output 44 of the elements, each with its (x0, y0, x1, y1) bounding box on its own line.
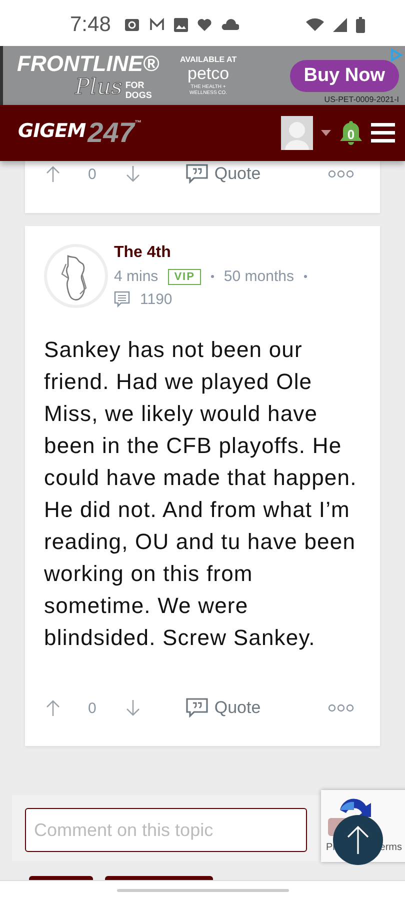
buy-now-button[interactable]: Buy Now (290, 60, 399, 92)
quote-button[interactable]: Quote (186, 698, 261, 718)
vote-count: 0 (88, 166, 96, 182)
quote-button[interactable]: Quote (186, 164, 261, 184)
more-icon[interactable] (328, 704, 354, 712)
quote-icon (186, 164, 208, 184)
battery-icon (356, 17, 365, 33)
member-tenure: 50 months (224, 268, 294, 285)
wifi-icon (306, 18, 324, 32)
menu-icon[interactable] (371, 123, 395, 143)
brand-text: FRONTLINE® (17, 52, 160, 76)
post-time: 4 mins (114, 268, 158, 285)
arrow-up-icon (347, 825, 369, 855)
downvote-icon[interactable] (126, 699, 140, 717)
product-text: Plus (75, 76, 122, 100)
separator-dot (304, 275, 307, 278)
cloud-icon (220, 19, 239, 31)
comment-icon (114, 291, 130, 308)
separator-dot (210, 275, 214, 278)
vip-badge: VIP (168, 268, 201, 284)
gesture-handle[interactable] (116, 889, 288, 892)
retailer-label: AVAILABLE AT (180, 55, 237, 64)
upvote-icon[interactable] (46, 699, 60, 717)
mail-icon (148, 18, 165, 32)
comment-field[interactable]: Comment on this topic (25, 808, 307, 852)
heart-icon (196, 18, 212, 32)
product-suffix: FOR DOGS (125, 80, 153, 100)
more-icon[interactable] (328, 170, 354, 178)
retailer-name: petco (188, 64, 230, 84)
caret-icon[interactable] (321, 130, 331, 136)
radio-icon (124, 18, 140, 32)
ad-code: US-PET-0009-2021-I (324, 94, 399, 104)
post-count: 1190 (140, 291, 172, 308)
vote-count: 0 (88, 700, 96, 716)
avatar-drawing (44, 244, 108, 308)
downvote-icon[interactable] (126, 165, 140, 183)
image-icon (174, 18, 188, 32)
clock-time: 7:48 (70, 13, 111, 37)
signal-icon (333, 18, 347, 32)
author-name[interactable]: The 4th (114, 244, 307, 262)
upvote-icon[interactable] (46, 165, 60, 183)
quote-icon (186, 698, 208, 718)
post-body: Sankey has not been our friend. Had we played Ole Miss, we likely would have been in the CFB playoffs. He could have made that happen. He did not. And from what I’m reading, OU and tu have been working on this from sometime. We were blindsided. Screw Sankey. (43, 336, 358, 652)
notification-count: 0 (346, 127, 356, 142)
